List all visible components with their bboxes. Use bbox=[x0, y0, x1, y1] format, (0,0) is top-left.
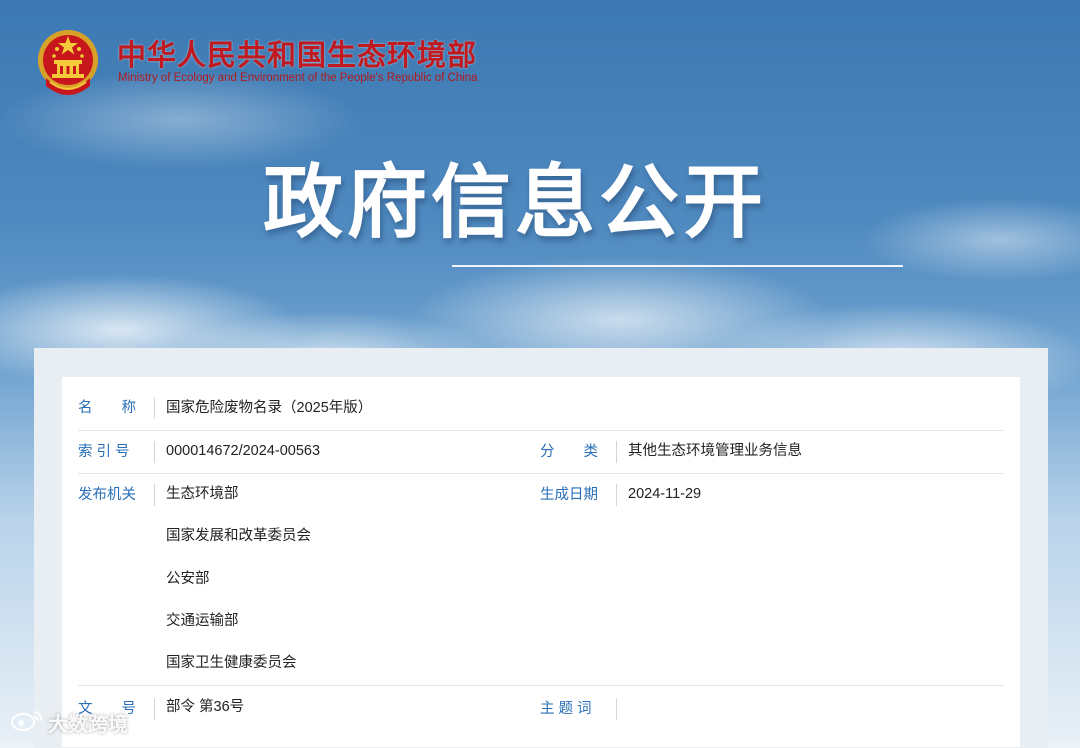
ministry-name-cn[interactable]: 中华人民共和国生态环境部 bbox=[117, 32, 477, 74]
issuer-item: 交通运输部 bbox=[166, 613, 239, 629]
category-label: 分 类 bbox=[540, 441, 617, 463]
page-hero-title: 政府信息公开 bbox=[263, 156, 767, 249]
name-label: 名 称 bbox=[78, 397, 155, 419]
docno-value: 部令 第36号 bbox=[166, 699, 245, 715]
issuer-item: 公安部 bbox=[166, 571, 210, 587]
issuer-item: 国家发展和改革委员会 bbox=[166, 528, 311, 544]
document-info-table: 名 称 国家危险废物名录（2025年版） 索 引 号 000014672/202… bbox=[62, 377, 1020, 747]
info-row-name: 名 称 国家危险废物名录（2025年版） bbox=[78, 387, 1004, 431]
info-row-issuer: 发布机关 生态环境部 国家发展和改革委员会 公安部 交通运输部 国家卫生健康委员… bbox=[78, 473, 1004, 686]
name-value: 国家危险废物名录（2025年版） bbox=[166, 400, 373, 416]
keywords-label: 主 题 词 bbox=[540, 698, 617, 720]
watermark-text: 大数跨境 bbox=[48, 714, 128, 736]
index-label: 索 引 号 bbox=[78, 441, 155, 463]
date-label: 生成日期 bbox=[540, 484, 617, 506]
watermark: 大数跨境 bbox=[10, 704, 150, 736]
national-emblem-icon bbox=[38, 30, 98, 95]
hero-underline bbox=[452, 265, 903, 267]
ministry-name-en[interactable]: Ministry of Ecology and Environment of t… bbox=[118, 72, 478, 84]
issuer-item: 国家卫生健康委员会 bbox=[166, 655, 297, 671]
date-value: 2024-11-29 bbox=[628, 486, 702, 502]
weibo-icon bbox=[11, 711, 42, 731]
issuer-item: 生态环境部 bbox=[166, 486, 239, 502]
category-value: 其他生态环境管理业务信息 bbox=[628, 443, 802, 459]
info-row-index: 索 引 号 000014672/2024-00563 分 类 其他生态环境管理业… bbox=[78, 430, 1004, 474]
index-value: 000014672/2024-00563 bbox=[166, 443, 321, 459]
issuer-label: 发布机关 bbox=[78, 484, 155, 506]
info-row-docno: 文 号 部令 第36号 主 题 词 bbox=[78, 685, 1004, 733]
